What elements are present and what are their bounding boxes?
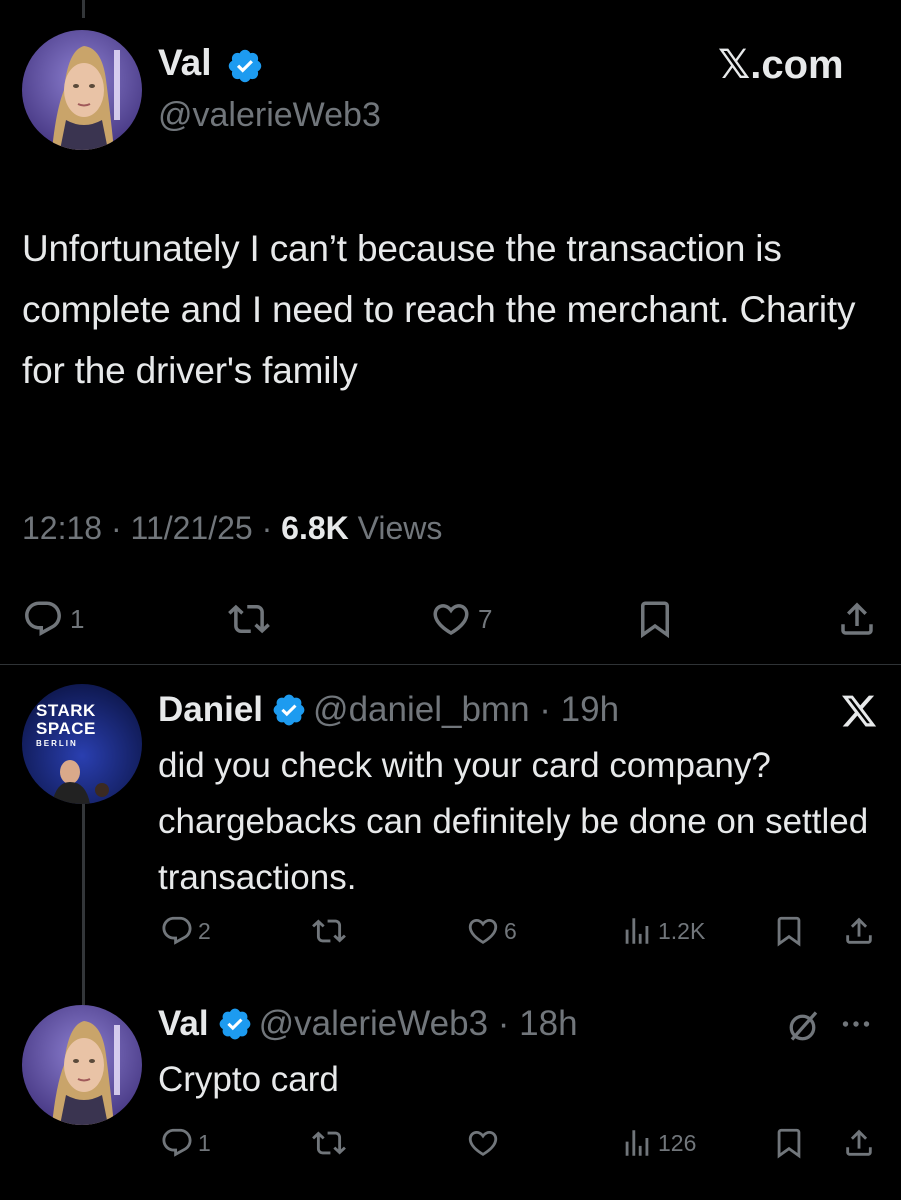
like-icon <box>466 914 500 948</box>
author-handle[interactable]: @valerieWeb3 <box>158 96 381 135</box>
verified-badge-icon <box>271 692 307 728</box>
author-name[interactable]: Val <box>158 42 212 84</box>
share-button[interactable] <box>836 598 878 640</box>
share-button[interactable] <box>842 914 876 948</box>
more-icon[interactable] <box>836 1006 876 1047</box>
share-icon <box>836 598 878 640</box>
views-label: Views <box>348 510 443 546</box>
reply-count: 2 <box>198 917 211 944</box>
thread-line-top <box>82 0 85 18</box>
views-button[interactable]: 1.2K <box>620 914 705 948</box>
reply-icon <box>160 1126 194 1160</box>
bookmark-icon <box>772 914 806 948</box>
views-icon <box>620 1126 654 1160</box>
retweet-icon <box>312 1126 346 1160</box>
tweet-meta: 12:18 · 11/21/25 · 6.8K Views <box>22 510 442 547</box>
reply-button[interactable]: 1 <box>160 1126 211 1160</box>
reply-handle-time[interactable]: @daniel_bmn · 19h <box>313 690 619 730</box>
share-button[interactable] <box>842 1126 876 1160</box>
thread-line-bottom <box>82 800 85 1005</box>
retweet-button[interactable] <box>312 914 346 948</box>
like-icon <box>466 1126 500 1160</box>
retweet-button[interactable] <box>312 1126 346 1160</box>
views-count: 126 <box>658 1129 697 1156</box>
bookmark-icon <box>634 598 676 640</box>
x-logo-icon[interactable]: 𝕏.com <box>718 42 844 88</box>
reply-handle-time[interactable]: @valerieWeb3 · 18h <box>259 1004 578 1044</box>
retweet-icon <box>228 598 270 640</box>
grok-icon[interactable] <box>786 1008 822 1049</box>
reply-button[interactable]: 1 <box>22 598 84 640</box>
verified-badge-icon <box>226 47 264 90</box>
like-button[interactable]: 7 <box>430 598 492 640</box>
share-icon <box>842 1126 876 1160</box>
reply-avatar[interactable]: STARK SPACE BERLIN <box>22 684 142 804</box>
reply-header: Daniel @daniel_bmn · 19h <box>158 690 619 730</box>
like-count: 7 <box>478 603 493 634</box>
reply-icon <box>22 598 64 640</box>
retweet-icon <box>312 914 346 948</box>
divider <box>0 664 901 665</box>
retweet-button[interactable] <box>228 598 270 640</box>
x-logo-icon[interactable] <box>840 692 878 735</box>
reply-author-name[interactable]: Val <box>158 1004 209 1044</box>
like-button[interactable]: 6 <box>466 914 517 948</box>
bookmark-button[interactable] <box>634 598 676 640</box>
views-count: 1.2K <box>658 917 706 944</box>
share-icon <box>842 914 876 948</box>
reply-text: did you check with your card company? ch… <box>158 746 869 897</box>
reply-count: 1 <box>198 1129 211 1156</box>
bookmark-button[interactable] <box>772 914 806 948</box>
tweet-text: Unfortunately I can’t because the transa… <box>22 228 856 391</box>
bookmark-button[interactable] <box>772 1126 806 1160</box>
views-icon <box>620 914 654 948</box>
views-button[interactable]: 126 <box>620 1126 696 1160</box>
views-count: 6.8K <box>281 510 349 546</box>
reply-icon <box>160 914 194 948</box>
reply-button[interactable]: 2 <box>160 914 211 948</box>
reply-header: Val @valerieWeb3 · 18h <box>158 1004 578 1044</box>
verified-badge-icon <box>217 1006 253 1042</box>
reply-count: 1 <box>70 603 85 634</box>
reply-avatar[interactable] <box>22 1005 142 1125</box>
reply-author-name[interactable]: Daniel <box>158 690 263 730</box>
like-icon <box>430 598 472 640</box>
avatar-logo-text: STARK SPACE BERLIN <box>36 701 96 749</box>
tweet-time: 12:18 · 11/21/25 · <box>22 510 282 546</box>
avatar[interactable] <box>22 30 142 150</box>
like-count: 6 <box>504 917 517 944</box>
bookmark-icon <box>772 1126 806 1160</box>
like-button[interactable] <box>466 1126 500 1160</box>
reply-text: Crypto card <box>158 1060 339 1099</box>
